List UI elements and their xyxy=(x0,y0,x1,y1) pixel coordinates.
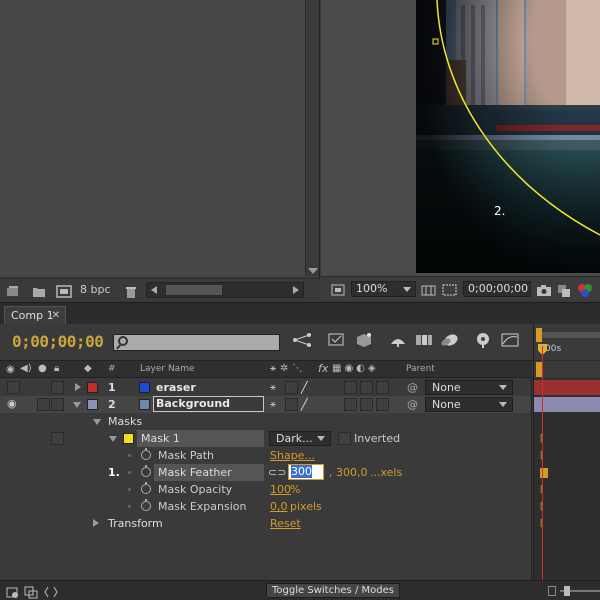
layer-duration-bar[interactable] xyxy=(534,380,600,395)
resolution-grid-icon[interactable] xyxy=(421,282,436,296)
layer-column-headers: ◉ ◀) ● 🔒︎ ◆ # Layer Name ⚹✲⋱ fx ▦◉◐◈ Par… xyxy=(0,360,532,378)
scroll-left-arrow-icon[interactable] xyxy=(151,286,157,294)
frame-blending-icon[interactable] xyxy=(414,332,434,352)
keyframe-marker-icon: [ xyxy=(540,502,546,512)
layer-outline xyxy=(0,379,532,580)
snapshot-camera-icon[interactable] xyxy=(536,282,551,296)
tab-comp-1[interactable]: Comp 1 ✕ xyxy=(4,306,66,325)
time-graph[interactable]: 00s [ [ [ [ [ xyxy=(533,324,600,600)
composition-viewer: 2. 100% 0;00;00;00 xyxy=(321,0,600,300)
timeline-bottom-bar: Toggle Switches / Modes xyxy=(0,580,600,600)
layer-switches-pane-icon[interactable] xyxy=(6,584,20,598)
parent-column-header[interactable]: Parent xyxy=(406,364,435,374)
scroll-right-arrow-icon[interactable] xyxy=(293,286,299,294)
viewer-timecode-field[interactable]: 0;00;00;00 xyxy=(463,281,531,297)
keyframe-marker-icon: [ xyxy=(540,485,546,495)
composition-image xyxy=(416,0,600,273)
always-preview-icon[interactable] xyxy=(331,282,345,296)
region-of-interest-icon[interactable] xyxy=(442,282,457,296)
bit-depth-label[interactable]: 8 bpc xyxy=(80,283,111,296)
trash-icon[interactable] xyxy=(124,283,138,298)
project-horizontal-scrollbar[interactable] xyxy=(146,282,304,298)
live-update-icon[interactable] xyxy=(327,332,347,352)
draft-3d-icon[interactable] xyxy=(354,332,374,352)
playhead-line[interactable] xyxy=(542,346,543,600)
project-footer: 8 bpc xyxy=(0,278,320,300)
new-composition-icon[interactable] xyxy=(56,283,72,298)
fx-icon[interactable]: fx xyxy=(318,362,328,375)
chevron-down-icon xyxy=(403,287,411,292)
viewer-timecode-value: 0;00;00;00 xyxy=(468,282,529,295)
step-marker-label: 2. xyxy=(494,204,506,218)
keyframe-marker-icon: [ xyxy=(540,451,546,461)
magnification-dropdown[interactable]: 100% xyxy=(351,281,416,297)
search-icon xyxy=(118,336,128,346)
scroll-down-arrow-icon[interactable] xyxy=(308,268,318,274)
color-channels-icon[interactable] xyxy=(577,282,592,297)
project-panel: 8 bpc xyxy=(0,0,320,300)
in-out-pane-icon[interactable] xyxy=(44,584,58,598)
transfer-controls-pane-icon[interactable] xyxy=(24,584,38,599)
motion-blur-icon[interactable] xyxy=(440,332,460,352)
hide-shy-layers-icon[interactable] xyxy=(388,332,408,352)
zoom-slider-thumb[interactable] xyxy=(564,586,570,596)
lock-icon[interactable]: 🔒︎ xyxy=(54,363,59,374)
viewer-footer: 100% 0;00;00;00 xyxy=(321,276,600,300)
label-tag-icon[interactable]: ◆ xyxy=(84,363,92,374)
close-icon[interactable]: ✕ xyxy=(52,307,60,324)
layer-name-column-header[interactable]: Layer Name xyxy=(140,364,195,374)
ruler-time-label: 00s xyxy=(545,344,562,354)
composition-canvas[interactable]: 2. xyxy=(416,0,600,273)
layer-search-input[interactable] xyxy=(113,334,280,351)
timeline-tab-bar: Comp 1 ✕ xyxy=(0,302,600,325)
time-ruler[interactable]: 00s xyxy=(534,324,600,360)
keyframe-marker-icon: [ xyxy=(540,519,546,529)
magnification-value: 100% xyxy=(356,282,388,295)
scroll-thumb[interactable] xyxy=(165,284,223,296)
layer-switch-icons: ▦◉◐◈ xyxy=(332,363,379,374)
project-list[interactable] xyxy=(0,0,305,276)
header-track xyxy=(534,361,600,378)
interpret-footage-icon[interactable] xyxy=(6,283,20,296)
graph-editor-icon[interactable] xyxy=(500,332,520,352)
new-folder-icon[interactable] xyxy=(32,283,46,297)
layer-duration-bar[interactable] xyxy=(534,397,600,412)
zoom-slider[interactable] xyxy=(560,586,600,596)
eye-icon[interactable]: ◉ xyxy=(6,364,15,375)
timeline-panel: 0;00;00;00 ◉ ◀) ● 🔒︎ ◆ # Layer Name ⚹✲⋱ … xyxy=(0,324,600,600)
tab-label: Comp 1 xyxy=(11,309,54,322)
toggle-switches-modes-button[interactable]: Toggle Switches / Modes xyxy=(266,583,400,598)
brainstorm-icon[interactable] xyxy=(473,332,493,352)
switches-column-icons: ⚹✲⋱ xyxy=(270,363,307,374)
keyframe-marker-icon: [ xyxy=(540,434,546,444)
comp-mini-flowchart-icon[interactable] xyxy=(292,332,312,352)
show-snapshot-icon[interactable] xyxy=(557,282,571,297)
current-time-display[interactable]: 0;00;00;00 xyxy=(12,332,104,351)
project-vertical-scrollbar[interactable] xyxy=(305,0,319,276)
solo-icon[interactable]: ● xyxy=(38,363,47,374)
number-column-header[interactable]: # xyxy=(108,364,116,374)
audio-icon[interactable]: ◀) xyxy=(20,363,32,374)
work-area-bar[interactable] xyxy=(542,332,600,338)
zoom-out-icon[interactable] xyxy=(548,586,556,596)
